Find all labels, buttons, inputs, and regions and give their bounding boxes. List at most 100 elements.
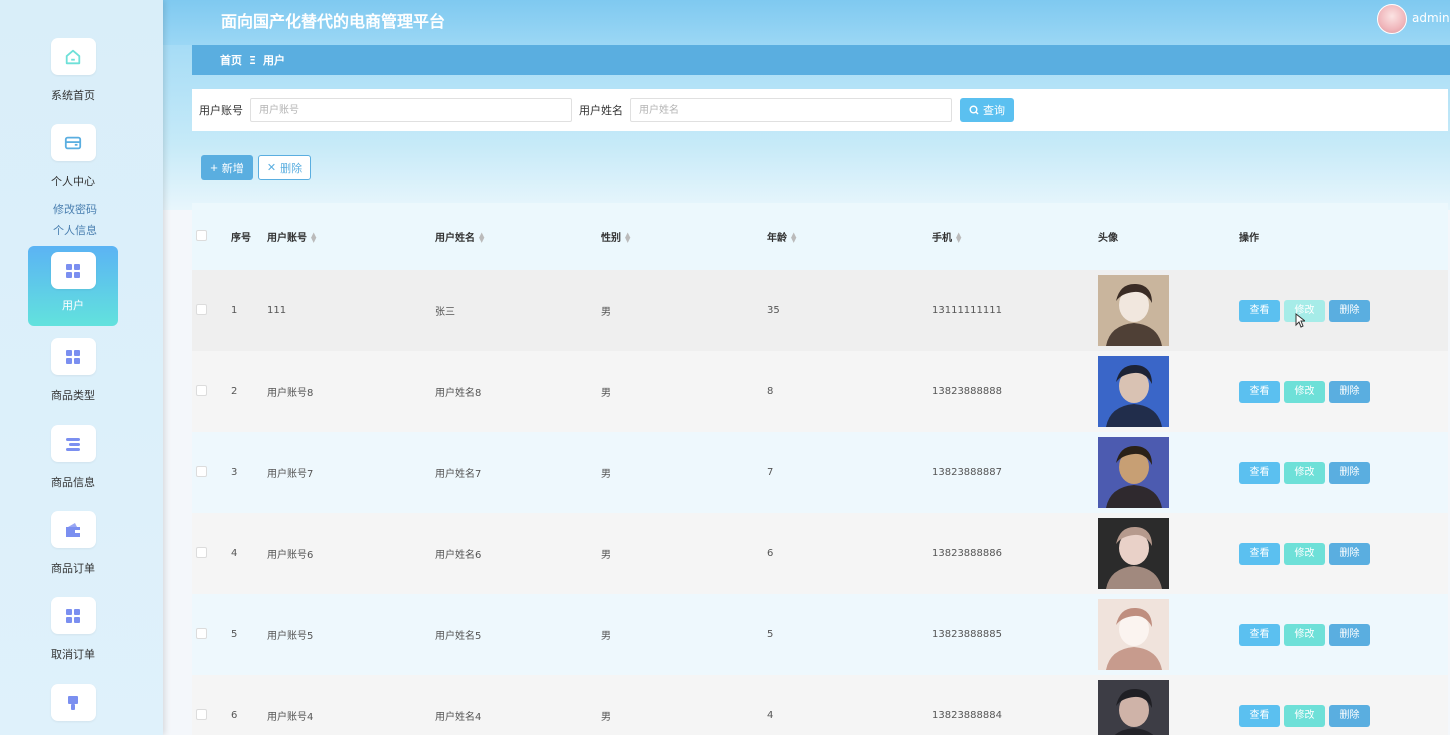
sidebar-item-personal[interactable]: 个人中心 [28, 124, 118, 189]
cell-phone: 13823888887 [932, 467, 1002, 478]
sidebar-item-orders[interactable]: 商品订单 [28, 511, 118, 576]
sort-icon[interactable]: ▲ ▼ [791, 232, 796, 244]
cell-name: 用户姓名5 [435, 631, 482, 642]
name-search-input[interactable] [630, 98, 952, 122]
sidebar-item-product-info[interactable]: 商品信息 [28, 425, 118, 490]
cell-account: 用户账号5 [267, 631, 314, 642]
edit-button[interactable]: 修改 [1284, 380, 1325, 403]
view-button[interactable]: 查看 [1239, 623, 1280, 646]
user-avatar-photo[interactable] [1098, 599, 1169, 670]
list-icon [50, 425, 96, 462]
user-avatar-photo[interactable] [1098, 437, 1169, 508]
wallet-icon [50, 511, 96, 548]
table-row[interactable]: 2 用户账号8 用户姓名8 男 8 13823888888 查看 修改 删除 [192, 351, 1448, 432]
sidebar-subitem-profile[interactable]: 个人信息 [53, 222, 97, 238]
sidebar-item-label: 用户 [62, 299, 84, 312]
account-label: 用户账号 [199, 104, 243, 117]
name-label: 用户姓名 [579, 104, 623, 117]
app-title: 面向国产化替代的电商管理平台 [221, 12, 446, 31]
cell-name: 用户姓名7 [435, 469, 482, 480]
row-checkbox[interactable] [196, 708, 207, 720]
sidebar-item-users[interactable]: 用户 [28, 246, 118, 326]
row-checkbox[interactable] [196, 627, 207, 639]
sidebar-item-label: 个人中心 [51, 175, 95, 188]
search-icon [969, 105, 979, 115]
sidebar-item-label: 系统首页 [51, 89, 95, 102]
view-button[interactable]: 查看 [1239, 461, 1280, 484]
edit-button[interactable]: 修改 [1284, 623, 1325, 646]
select-all-checkbox[interactable] [196, 229, 207, 241]
search-button[interactable]: 查询 [960, 98, 1014, 122]
sort-icon[interactable]: ▲ ▼ [956, 232, 961, 244]
col-account[interactable]: 用户账号 ▲ ▼ [267, 203, 435, 270]
delete-button[interactable]: 删除 [1329, 542, 1370, 565]
row-checkbox[interactable] [196, 384, 207, 396]
table-row[interactable]: 5 用户账号5 用户姓名5 男 5 13823888885 查看 修改 删除 [192, 594, 1448, 675]
sidebar-item-product-type[interactable]: 商品类型 [28, 338, 118, 403]
user-name[interactable]: admin [1412, 11, 1450, 25]
view-button[interactable]: 查看 [1239, 542, 1280, 565]
avatar[interactable] [1377, 4, 1407, 34]
cell-gender: 男 [601, 550, 611, 561]
delete-button[interactable]: 删除 [1329, 623, 1370, 646]
delete-button[interactable]: 删除 [1329, 704, 1370, 727]
col-gender[interactable]: 性别 ▲ ▼ [601, 203, 767, 270]
view-button[interactable]: 查看 [1239, 380, 1280, 403]
add-button[interactable]: + 新增 [201, 155, 253, 180]
edit-button[interactable]: 修改 [1284, 704, 1325, 727]
breadcrumb-current: 用户 [262, 54, 285, 67]
account-search-input[interactable] [250, 98, 572, 122]
col-avatar: 头像 [1098, 233, 1118, 244]
col-age[interactable]: 年龄 ▲ ▼ [767, 203, 932, 270]
table-row[interactable]: 3 用户账号7 用户姓名7 男 7 13823888887 查看 修改 删除 [192, 432, 1448, 513]
cell-age: 35 [767, 305, 780, 316]
sort-icon[interactable]: ▲ ▼ [479, 232, 484, 244]
sidebar-item-cancel-orders[interactable]: 取消订单 [28, 597, 118, 662]
delete-button[interactable]: 删除 [1329, 299, 1370, 322]
cell-account: 用户账号6 [267, 550, 314, 561]
sidebar-item-more[interactable] [28, 684, 118, 721]
delete-button[interactable]: 删除 [1329, 380, 1370, 403]
cell-index: 4 [231, 548, 238, 559]
table-row[interactable]: 6 用户账号4 用户姓名4 男 4 13823888884 查看 修改 删除 [192, 675, 1448, 735]
col-gender-label: 性别 [601, 233, 621, 244]
user-avatar-photo[interactable] [1098, 518, 1169, 589]
cell-name: 用户姓名4 [435, 712, 482, 723]
col-account-label: 用户账号 [267, 233, 307, 244]
user-avatar-photo[interactable] [1098, 356, 1169, 427]
col-name[interactable]: 用户姓名 ▲ ▼ [435, 203, 601, 270]
row-checkbox[interactable] [196, 546, 207, 558]
col-index: 序号 [231, 233, 251, 244]
edit-button[interactable]: 修改 [1284, 461, 1325, 484]
sidebar-subitem-password[interactable]: 修改密码 [53, 201, 97, 217]
top-header: 面向国产化替代的电商管理平台 admin [163, 0, 1450, 45]
cell-age: 8 [767, 386, 774, 397]
cell-index: 1 [231, 305, 238, 316]
breadcrumb: 首页 Ξ 用户 [192, 45, 1450, 75]
user-avatar-photo[interactable] [1098, 275, 1169, 346]
cell-index: 5 [231, 629, 238, 640]
col-age-label: 年龄 [767, 233, 787, 244]
sidebar-item-label: 取消订单 [51, 648, 95, 661]
delete-button[interactable]: 删除 [1329, 461, 1370, 484]
user-table: 序号 用户账号 ▲ ▼ 用户姓名 ▲ ▼ 性别 ▲ ▼ 年龄 ▲ ▼ 手机 ▲ ▼ 头像 操作 11… [192, 203, 1448, 735]
batch-delete-label: 删除 [280, 162, 303, 175]
row-checkbox[interactable] [196, 465, 207, 477]
edit-button[interactable]: 修改 [1284, 542, 1325, 565]
view-button[interactable]: 查看 [1239, 299, 1280, 322]
mouse-cursor-icon [1295, 313, 1305, 328]
cell-age: 5 [767, 629, 774, 640]
cell-account: 111 [267, 305, 287, 316]
user-avatar-photo[interactable] [1098, 680, 1169, 735]
table-row[interactable]: 1 111 张三男 35 13111111111 查看 修改 删除 [192, 270, 1448, 351]
sort-icon[interactable]: ▲ ▼ [311, 232, 316, 244]
view-button[interactable]: 查看 [1239, 704, 1280, 727]
cell-gender: 男 [601, 631, 611, 642]
col-phone[interactable]: 手机 ▲ ▼ [932, 203, 1098, 270]
sort-icon[interactable]: ▲ ▼ [625, 232, 630, 244]
sidebar-item-home[interactable]: 系统首页 [28, 38, 118, 103]
breadcrumb-home[interactable]: 首页 [220, 52, 242, 68]
batch-delete-button[interactable]: ✕ 删除 [258, 155, 311, 180]
row-checkbox[interactable] [196, 303, 207, 315]
table-row[interactable]: 4 用户账号6 用户姓名6 男 6 13823888886 查看 修改 删除 [192, 513, 1448, 594]
